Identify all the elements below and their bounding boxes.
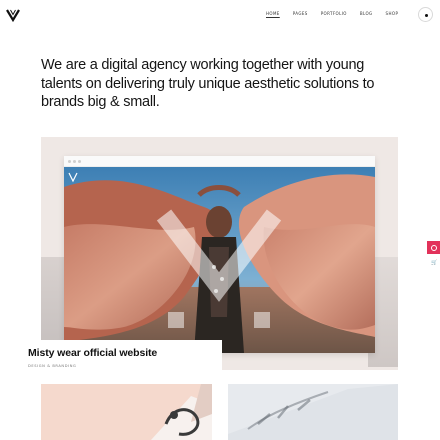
side-widget-button[interactable] (427, 241, 440, 254)
intro-text: We are a digital agency working together… (41, 57, 375, 110)
project-caption[interactable]: Misty wear official website Design & Bra… (20, 340, 222, 372)
nav-item-home[interactable]: Home (266, 10, 280, 18)
nav-item-portfolio[interactable]: Portfolio (321, 10, 347, 18)
nav-item-blog[interactable]: Blog (360, 10, 373, 18)
logo-icon[interactable] (6, 8, 20, 22)
cart-icon[interactable]: 🛒 (431, 261, 437, 266)
nav-label: Blog (359, 11, 373, 16)
nav-label: Portfolio (320, 11, 347, 16)
browser-dot (73, 160, 76, 163)
nav-item-shop[interactable]: Shop (386, 10, 399, 18)
nav-label: Pages (292, 11, 308, 16)
cart-button[interactable] (418, 7, 433, 22)
project-thumbnail-image (228, 384, 398, 440)
project-thumbnail[interactable] (228, 384, 398, 440)
nav-label: Home (266, 11, 280, 16)
project-browser-mockup[interactable] (64, 156, 375, 353)
project-hero-image (64, 167, 375, 353)
nav-label: Shop (385, 11, 399, 16)
project-thumbnail[interactable] (41, 384, 212, 440)
cart-icon (424, 13, 428, 17)
project-title[interactable]: Misty wear official website (28, 347, 222, 360)
project-thumbnail-image (151, 384, 212, 440)
project-category[interactable]: Design & Branding (28, 364, 222, 368)
main-nav: Home Pages Portfolio Blog Shop (266, 10, 398, 18)
nav-item-pages[interactable]: Pages (293, 10, 308, 18)
browser-dot (78, 160, 81, 163)
browser-bar (64, 156, 375, 167)
browser-dot (68, 160, 71, 163)
target-icon (430, 244, 437, 251)
